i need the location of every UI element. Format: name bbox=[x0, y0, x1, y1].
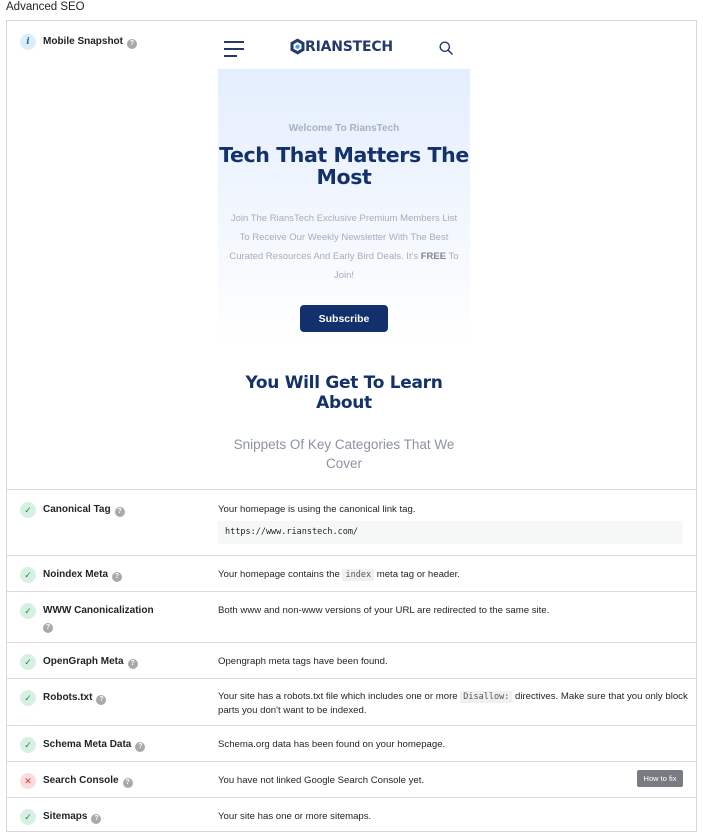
row-message: You have not linked Google Search Consol… bbox=[218, 775, 425, 786]
preview-header: RIANSTECH bbox=[218, 27, 470, 69]
row-noindex-meta: ✓ Noindex Meta? Your homepage contains t… bbox=[7, 555, 696, 591]
row-message: Your site has a robots.txt file which in… bbox=[218, 691, 688, 716]
info-icon: i bbox=[20, 34, 36, 50]
check-icon: ✓ bbox=[20, 737, 36, 753]
row-www-canonicalization: ✓ WWW Canonicalization? Both www and non… bbox=[7, 591, 696, 642]
mobile-snapshot-preview: Welcome To RiansTech Tech That Matters T… bbox=[218, 27, 470, 487]
check-icon: ✓ bbox=[20, 567, 36, 583]
learn-title: You Will Get To Learn About bbox=[245, 373, 443, 413]
row-message: Both www and non-www versions of your UR… bbox=[218, 605, 550, 616]
logo-text: RIANSTECH bbox=[305, 38, 393, 55]
help-icon[interactable]: ? bbox=[43, 623, 53, 633]
inline-code: Disallow: bbox=[460, 691, 513, 703]
row-label: Search Console? bbox=[43, 773, 133, 788]
hero-section: Welcome To RiansTech Tech That Matters T… bbox=[218, 69, 470, 347]
row-label: Mobile Snapshot? bbox=[43, 34, 137, 49]
row-label: Schema Meta Data? bbox=[43, 737, 146, 752]
check-icon: ✓ bbox=[20, 654, 36, 670]
check-icon: ✓ bbox=[20, 502, 36, 518]
row-mobile-snapshot: i Mobile Snapshot? Welcome To RiansTech … bbox=[7, 21, 696, 489]
row-label: Robots.txt? bbox=[43, 690, 107, 705]
row-search-console: ✕ Search Console? You have not linked Go… bbox=[7, 761, 696, 797]
row-label: WWW Canonicalization? bbox=[43, 605, 154, 633]
check-icon: ✓ bbox=[20, 809, 36, 825]
row-canonical-tag: ✓ Canonical Tag? Your homepage is using … bbox=[7, 489, 696, 555]
check-icon: ✓ bbox=[20, 603, 36, 619]
row-message: Opengraph meta tags have been found. bbox=[218, 656, 388, 667]
hero-text: Join The RiansTech Exclusive Premium Mem… bbox=[229, 213, 459, 281]
row-label: Sitemaps? bbox=[43, 809, 102, 824]
seo-checks-panel: i Mobile Snapshot? Welcome To RiansTech … bbox=[6, 20, 697, 832]
help-icon[interactable]: ? bbox=[91, 814, 102, 824]
help-icon[interactable]: ? bbox=[127, 659, 138, 669]
error-x-icon: ✕ bbox=[20, 773, 36, 789]
check-icon: ✓ bbox=[20, 690, 36, 706]
row-label: Noindex Meta? bbox=[43, 567, 123, 582]
help-icon[interactable]: ? bbox=[112, 572, 123, 582]
row-label: OpenGraph Meta? bbox=[43, 654, 138, 669]
row-sitemaps: ✓ Sitemaps? Your site has one or more si… bbox=[7, 797, 696, 832]
row-opengraph-meta: ✓ OpenGraph Meta? Opengraph meta tags ha… bbox=[7, 642, 696, 678]
help-icon[interactable]: ? bbox=[135, 742, 146, 752]
subscribe-button: Subscribe bbox=[300, 305, 388, 332]
help-icon[interactable]: ? bbox=[114, 507, 125, 517]
inline-code: index bbox=[342, 569, 375, 581]
hero-kicker: Welcome To RiansTech bbox=[288, 123, 400, 134]
row-message: Your homepage contains the index meta ta… bbox=[218, 569, 460, 581]
how-to-fix-button[interactable]: How to fix bbox=[637, 770, 683, 787]
hero-title: Tech That Matters The Most bbox=[219, 143, 469, 189]
row-label: Canonical Tag? bbox=[43, 502, 125, 517]
learn-subtitle: Snippets Of Key Categories That We Cover bbox=[233, 437, 455, 471]
row-message: Your site has one or more sitemaps. bbox=[218, 811, 372, 822]
canonical-url-code: https://www.rianstech.com/ bbox=[218, 521, 683, 544]
row-message: Your homepage is using the canonical lin… bbox=[218, 504, 416, 515]
hamburger-menu-icon bbox=[224, 41, 244, 62]
help-icon[interactable]: ? bbox=[127, 39, 137, 49]
help-icon[interactable]: ? bbox=[96, 695, 107, 705]
site-logo: RIANSTECH bbox=[290, 38, 393, 55]
logo-mark-icon bbox=[290, 38, 305, 55]
search-icon bbox=[439, 41, 453, 55]
row-robots-txt: ✓ Robots.txt? Your site has a robots.txt… bbox=[7, 678, 696, 725]
row-schema-meta-data: ✓ Schema Meta Data? Schema.org data has … bbox=[7, 725, 696, 761]
help-icon[interactable]: ? bbox=[122, 778, 133, 788]
section-title: Advanced SEO bbox=[6, 1, 85, 13]
row-message: Schema.org data has been found on your h… bbox=[218, 739, 446, 750]
